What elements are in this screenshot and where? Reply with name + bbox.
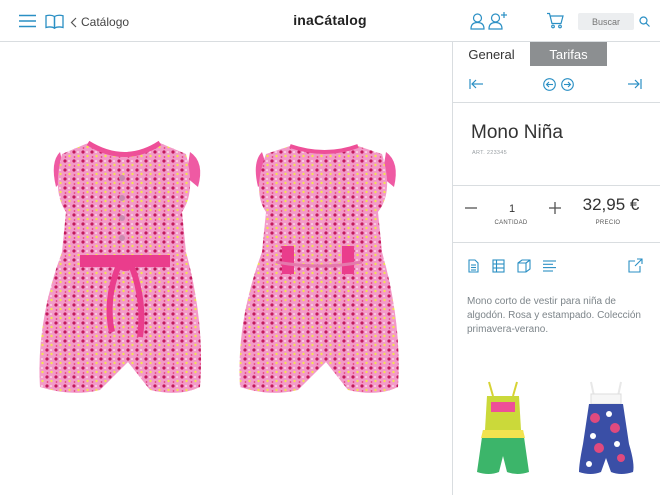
- green-yellow-romper-thumbnail[interactable]: [477, 381, 529, 474]
- chevron-left-icon: [70, 17, 77, 27]
- first-item-icon[interactable]: [469, 78, 483, 90]
- related-products: [453, 368, 660, 495]
- romper-front-image: [39, 140, 202, 393]
- divider: [453, 185, 660, 186]
- price-value: 32,95 €: [582, 195, 640, 214]
- list-table-icon[interactable]: [491, 258, 505, 273]
- last-item-icon[interactable]: [628, 78, 642, 90]
- app-root: Catálogo inaCátalog Buscar General Tarif…: [0, 0, 660, 495]
- increase-quantity-button[interactable]: [548, 201, 562, 215]
- open-book-icon[interactable]: [44, 13, 64, 29]
- app-title: inaCátalog: [293, 12, 367, 28]
- product-images: [39, 140, 399, 393]
- divider: [453, 242, 660, 243]
- product-description: Mono corto de vestir para niña de algodó…: [467, 296, 641, 335]
- product-navigation: [453, 66, 660, 102]
- product-name: Mono Niña: [471, 122, 563, 143]
- product-detail-panel: General Tarifas Mono Niña ART. 223345 1 …: [452, 42, 660, 495]
- top-bar: Catálogo inaCátalog: [0, 0, 660, 42]
- patterned-romper-thumbnail[interactable]: [579, 381, 634, 474]
- tab-tarifas[interactable]: Tarifas: [530, 42, 607, 66]
- magnifier-icon[interactable]: [638, 15, 650, 27]
- text-lines-icon[interactable]: [542, 258, 556, 273]
- price-label: PRECIO: [595, 220, 621, 226]
- previous-item-icon[interactable]: [542, 77, 556, 91]
- quantity-value[interactable]: 1: [507, 203, 517, 215]
- tab-general[interactable]: General: [453, 42, 530, 66]
- next-item-icon[interactable]: [560, 77, 574, 91]
- hamburger-menu-icon[interactable]: [18, 13, 37, 29]
- add-user-icon[interactable]: [488, 11, 508, 30]
- romper-back-image: [239, 144, 399, 393]
- document-icon[interactable]: [467, 258, 479, 273]
- back-button[interactable]: Catálogo: [70, 13, 129, 31]
- product-reference: ART. 223345: [472, 150, 508, 156]
- external-link-icon[interactable]: [627, 257, 643, 273]
- back-label: Catálogo: [81, 15, 130, 29]
- box-3d-icon[interactable]: [516, 258, 531, 273]
- cart-icon[interactable]: [546, 12, 564, 29]
- divider: [453, 102, 660, 103]
- tab-bar: General Tarifas: [453, 42, 660, 66]
- quantity-label: CANTIDAD: [494, 220, 528, 226]
- product-image-area[interactable]: [0, 42, 452, 495]
- user-icon[interactable]: [469, 12, 485, 30]
- search-input[interactable]: [578, 13, 634, 30]
- decrease-quantity-button[interactable]: [464, 201, 478, 215]
